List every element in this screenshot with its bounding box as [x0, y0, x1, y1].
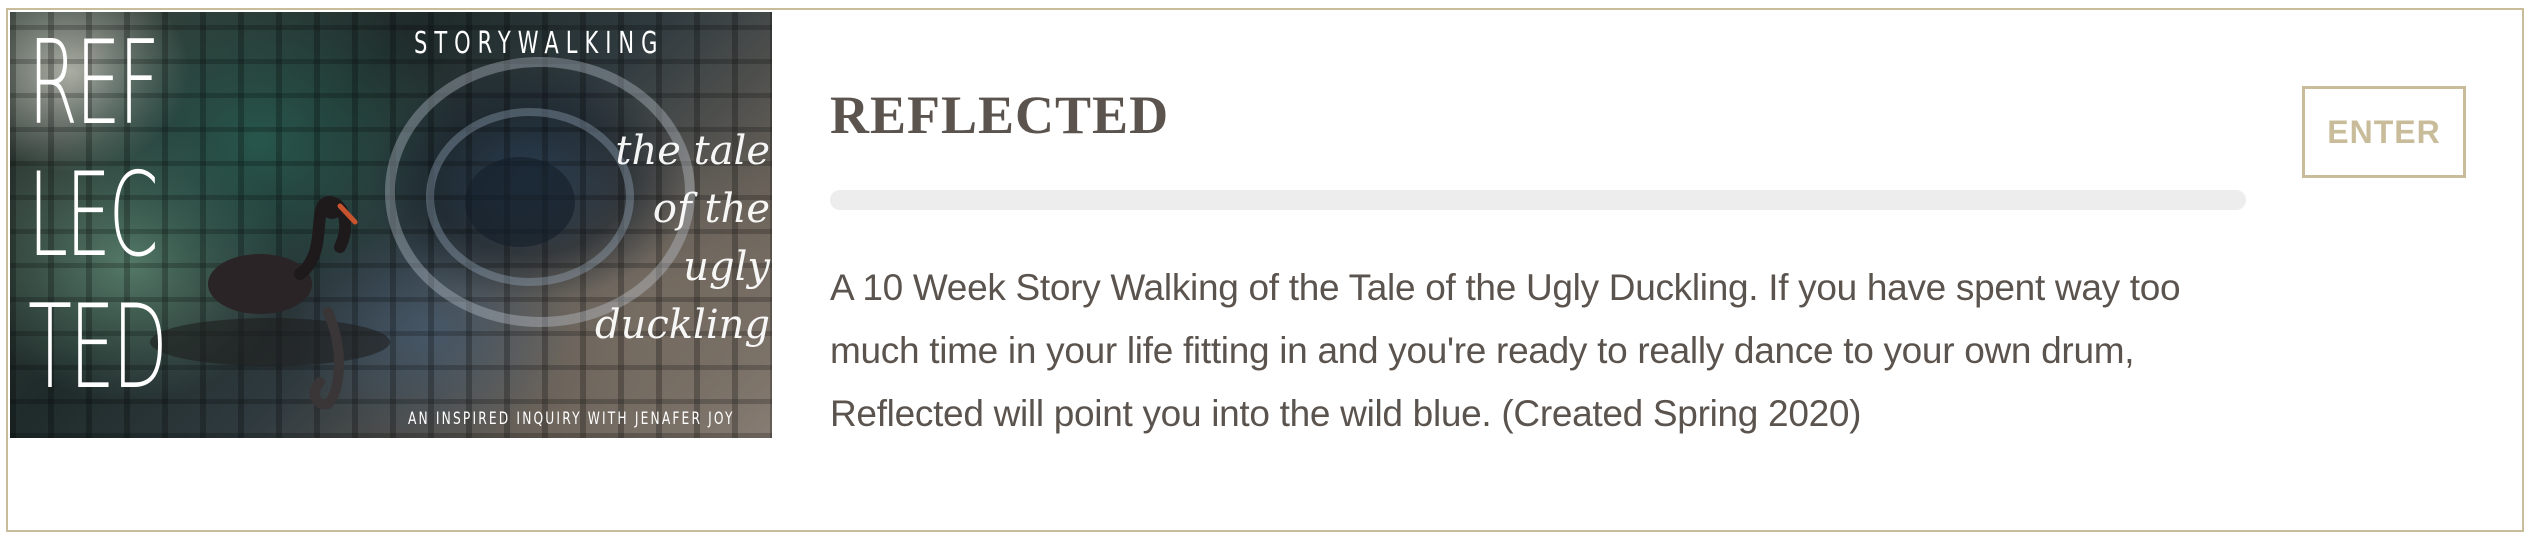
course-description: A 10 Week Story Walking of the Tale of t… — [830, 267, 2181, 434]
course-thumbnail[interactable]: REF LEC TED STORYWALKING the tale of the… — [10, 12, 772, 438]
thumbnail-script: the tale of the ugly duckling — [595, 128, 770, 348]
thumbnail-title-art: REF LEC TED — [28, 16, 168, 415]
thumbnail-tagline: AN INSPIRED INQUIRY WITH JENAFER JOY — [408, 409, 735, 429]
enter-button[interactable]: ENTER — [2302, 86, 2466, 178]
course-title[interactable]: REFLECTED — [830, 84, 1169, 146]
course-card: REF LEC TED STORYWALKING the tale of the… — [6, 8, 2524, 532]
progress-bar — [830, 190, 2246, 210]
thumbnail-header: STORYWALKING — [414, 26, 665, 61]
